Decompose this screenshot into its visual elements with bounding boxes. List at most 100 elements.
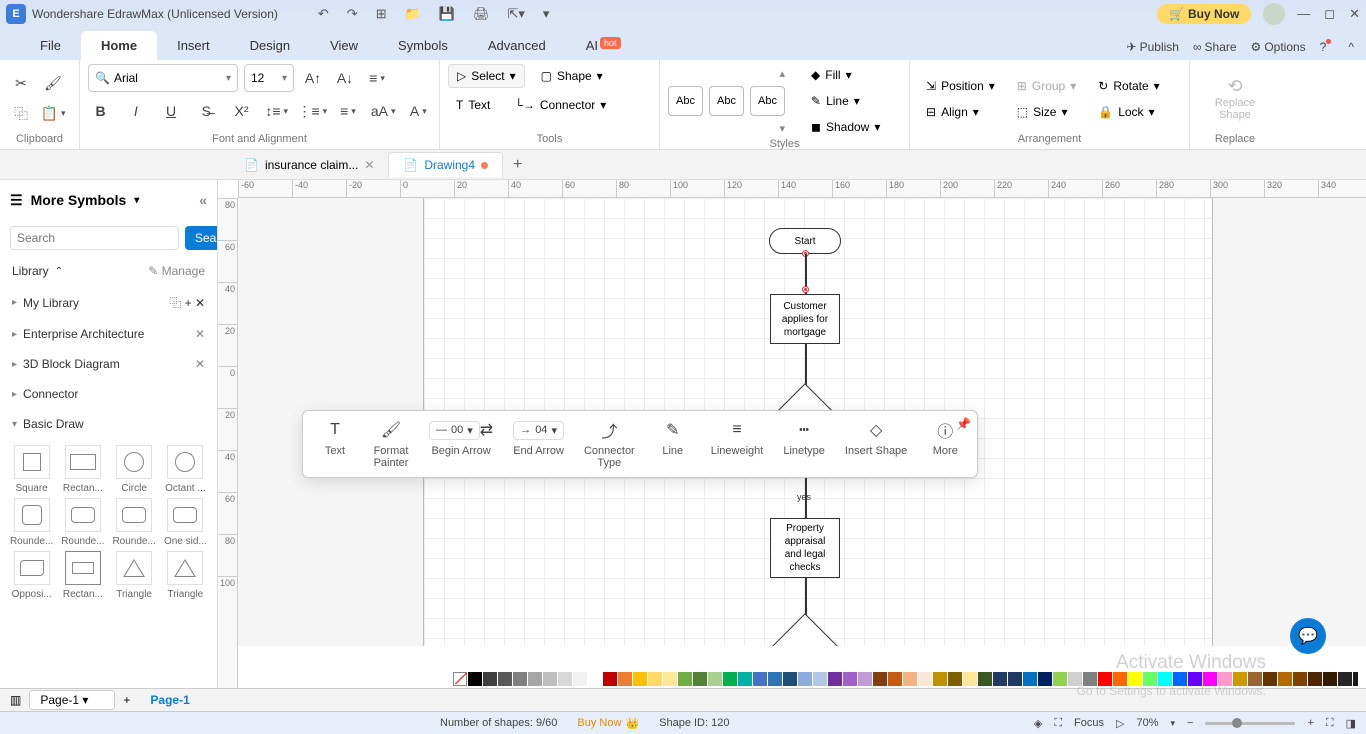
shape-square[interactable]: Square [8, 445, 55, 494]
section-enterprise[interactable]: Enterprise Architecture✕ [0, 319, 217, 349]
node-apply[interactable]: Customer applies for mortgage [770, 294, 840, 344]
ft-linetype[interactable]: ┅Linetype [773, 419, 835, 469]
more-qa-icon[interactable]: ▾ [543, 6, 550, 22]
shape-rectangle[interactable]: Rectan... [59, 445, 106, 494]
replace-shape-button[interactable]: ⟲ Replace Shape [1209, 72, 1261, 125]
color-swatch[interactable] [483, 672, 497, 686]
color-swatch[interactable] [708, 672, 722, 686]
shape-rounded-3[interactable]: Rounde... [111, 498, 158, 547]
color-swatch[interactable] [1053, 672, 1067, 686]
symbol-search-button[interactable]: Search [185, 226, 218, 250]
shape-tool[interactable]: ▢ Shape ▾ [533, 64, 611, 88]
collapse-ribbon-icon[interactable]: ^ [1348, 40, 1354, 54]
shape-octant[interactable]: Octant ... [162, 445, 209, 494]
save-icon[interactable]: 💾 [439, 6, 455, 22]
share-button[interactable]: ∞ Share [1193, 40, 1237, 54]
color-swatch[interactable] [1263, 672, 1277, 686]
shape-one-side[interactable]: One sid... [162, 498, 209, 547]
shadow-button[interactable]: ◼ Shadow ▾ [803, 116, 888, 138]
options-button[interactable]: ⚙ Options [1251, 40, 1306, 54]
bullets-icon[interactable]: ⋮≡ [299, 98, 325, 124]
ft-end-arrow[interactable]: → 04 ▾End Arrow [503, 419, 574, 469]
color-swatch[interactable] [1068, 672, 1082, 686]
color-swatch[interactable] [603, 672, 617, 686]
text-case-icon[interactable]: aA [371, 98, 396, 124]
symbol-search-input[interactable] [10, 226, 179, 250]
shape-triangle-2[interactable]: Triangle [162, 551, 209, 600]
color-swatch[interactable] [498, 672, 512, 686]
color-swatch[interactable] [1188, 672, 1202, 686]
color-swatch[interactable] [723, 672, 737, 686]
manage-link[interactable]: ✎ Manage [148, 264, 205, 278]
color-swatch[interactable] [1278, 672, 1292, 686]
color-swatch[interactable] [1143, 672, 1157, 686]
status-buy-now[interactable]: Buy Now 👑 [567, 717, 649, 730]
color-swatch[interactable] [828, 672, 842, 686]
publish-button[interactable]: ✈ Publish [1127, 40, 1179, 54]
color-swatch[interactable] [813, 672, 827, 686]
color-swatch[interactable] [873, 672, 887, 686]
color-swatch[interactable] [978, 672, 992, 686]
export-icon[interactable]: ⇱▾ [508, 6, 525, 22]
color-swatch[interactable] [468, 672, 482, 686]
color-swatch[interactable] [738, 672, 752, 686]
color-swatch[interactable] [618, 672, 632, 686]
section-my-library[interactable]: My Library⿻ + ✕ [0, 286, 217, 319]
tab-close-icon[interactable]: ✕ [364, 158, 374, 172]
open-icon[interactable]: 📁 [405, 6, 421, 22]
shape-rounded-2[interactable]: Rounde... [59, 498, 106, 547]
menu-view[interactable]: View [310, 31, 378, 60]
text-tool[interactable]: T Text [448, 94, 498, 116]
page-select[interactable]: Page-1 ▾ [29, 690, 115, 710]
section-connector[interactable]: Connector [0, 379, 217, 409]
color-swatch[interactable] [1098, 672, 1112, 686]
shrink-font-icon[interactable]: A↓ [332, 65, 358, 91]
menu-symbols[interactable]: Symbols [378, 31, 468, 60]
help-icon[interactable]: ? [1320, 40, 1335, 54]
menu-design[interactable]: Design [230, 31, 310, 60]
color-swatch[interactable] [768, 672, 782, 686]
align-icon[interactable]: ≡ [364, 65, 390, 91]
color-swatch[interactable] [543, 672, 557, 686]
size-button[interactable]: ⬚ Size▾ [1009, 101, 1084, 123]
color-swatch[interactable] [693, 672, 707, 686]
color-swatch[interactable] [948, 672, 962, 686]
color-swatch[interactable] [1233, 672, 1247, 686]
handle-icon[interactable] [802, 286, 809, 293]
color-swatch[interactable] [933, 672, 947, 686]
color-swatch[interactable] [903, 672, 917, 686]
ft-connector-type[interactable]: ⤴Connector Type [574, 419, 645, 469]
color-swatch[interactable] [1008, 672, 1022, 686]
fit-icon[interactable]: ⛶ [1054, 717, 1062, 730]
menu-insert[interactable]: Insert [157, 31, 230, 60]
paste-icon[interactable]: 📋 [40, 101, 66, 127]
color-swatch[interactable] [1128, 672, 1142, 686]
shape-triangle-1[interactable]: Triangle [111, 551, 158, 600]
status-focus[interactable]: Focus [1074, 717, 1104, 729]
copy-icon[interactable]: ⿻ [8, 101, 34, 127]
font-size-select[interactable]: 12▾ [244, 64, 294, 92]
page-tab-active[interactable]: Page-1 [150, 693, 189, 707]
group-button[interactable]: ⊞ Group▾ [1009, 75, 1084, 97]
minimize-icon[interactable]: — [1297, 6, 1310, 22]
color-swatch[interactable] [783, 672, 797, 686]
fill-button[interactable]: ◆ Fill ▾ [803, 64, 888, 86]
zoom-slider[interactable] [1205, 722, 1295, 725]
numbered-icon[interactable]: ≡ [335, 98, 360, 124]
color-swatch[interactable] [888, 672, 902, 686]
color-swatch[interactable] [1323, 672, 1337, 686]
shape-rect-double[interactable]: Rectan... [59, 551, 106, 600]
format-painter-icon[interactable]: 🖌 [40, 71, 66, 97]
node-meets[interactable]: Property meets [761, 613, 849, 646]
collapse-sidebar-icon[interactable]: « [199, 192, 207, 208]
superscript-icon[interactable]: X² [229, 98, 254, 124]
color-swatch[interactable] [1248, 672, 1262, 686]
redo-icon[interactable]: ↷ [347, 6, 358, 22]
user-avatar[interactable] [1263, 3, 1285, 25]
color-swatch[interactable] [1218, 672, 1232, 686]
line-spacing-icon[interactable]: ↕≡ [264, 98, 289, 124]
menu-advanced[interactable]: Advanced [468, 31, 566, 60]
color-swatch[interactable] [1038, 672, 1052, 686]
ft-text[interactable]: TText [307, 419, 363, 469]
color-swatch[interactable] [573, 672, 587, 686]
